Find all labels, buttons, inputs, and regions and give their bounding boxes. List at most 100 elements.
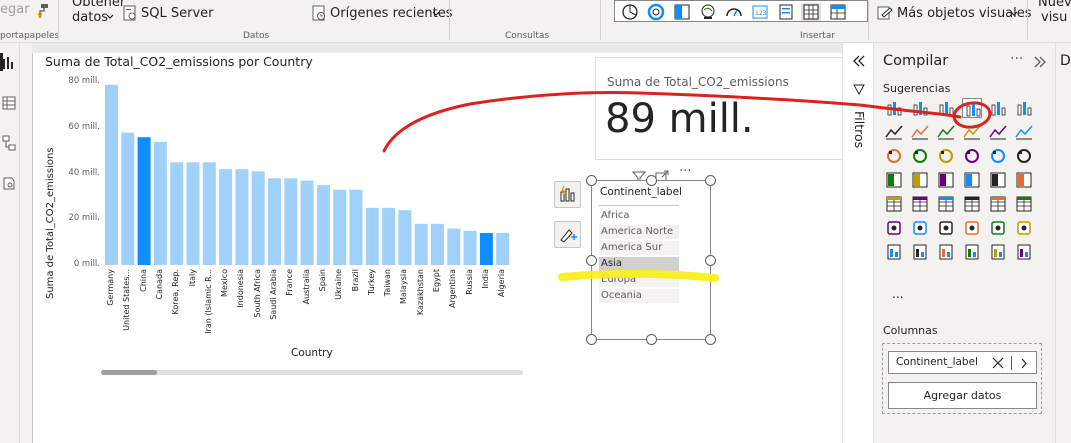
viz-ribbon-chart-icon[interactable] [962, 122, 982, 142]
bar-russia[interactable] [463, 230, 477, 265]
data-pane-initial[interactable]: D [1060, 53, 1071, 69]
viz-line-column-icon[interactable] [988, 122, 1008, 142]
bar-saudi-arabia[interactable] [268, 178, 281, 265]
more-visuals-ellipsis[interactable]: ... [892, 287, 903, 301]
viz-treemap-icon[interactable] [884, 170, 904, 190]
format-visual-button[interactable] [554, 221, 581, 248]
viz-waterfall-icon[interactable] [884, 146, 904, 166]
viz-gauge-icon[interactable] [988, 170, 1008, 190]
map-icon[interactable] [699, 3, 717, 21]
bar-australia[interactable] [300, 180, 314, 265]
bar-italy[interactable] [186, 162, 200, 265]
viz-area-chart-icon[interactable] [910, 122, 930, 142]
viz-qa-icon[interactable] [962, 218, 982, 238]
chevron-down-icon[interactable] [1010, 11, 1018, 17]
viz-pie-icon[interactable] [988, 146, 1008, 166]
slicer-item-america-sur[interactable]: America Sur [599, 241, 679, 255]
more-visuals-icon[interactable] [877, 5, 893, 21]
viz-clustered-column-chart-icon[interactable] [962, 98, 982, 118]
bar-kazakhstan[interactable] [414, 223, 428, 265]
chevron-down-icon[interactable] [106, 14, 114, 20]
visuals-gallery-ribbon[interactable]: 123 [614, 0, 868, 22]
viz-diamond-icon[interactable] [988, 242, 1008, 262]
bar-algeria[interactable] [496, 233, 510, 265]
viz-smart-narrative-icon[interactable] [988, 218, 1008, 238]
columns-field-well[interactable]: Continent_label Agregar datos [882, 343, 1042, 414]
resize-handle[interactable] [705, 334, 716, 345]
viz-key-influencers-icon[interactable] [910, 218, 930, 238]
chevron-right-icon[interactable] [1020, 358, 1028, 369]
report-page[interactable]: Suma de Total_CO2_emissions por Country … [32, 53, 843, 443]
resize-handle[interactable] [705, 255, 716, 266]
resize-handle[interactable] [586, 175, 597, 186]
bar-turkey[interactable] [365, 207, 379, 265]
report-view-icon[interactable] [1, 55, 17, 71]
format-painter-icon[interactable] [34, 3, 50, 19]
donut-chart-icon[interactable] [647, 3, 665, 21]
paste-label[interactable]: egar [0, 2, 30, 17]
viz-more-icon[interactable] [1014, 242, 1034, 262]
viz-funnel-icon[interactable] [936, 146, 956, 166]
bar-france[interactable] [284, 178, 298, 265]
resize-handle[interactable] [646, 334, 657, 345]
viz-funnel-bar-icon[interactable] [910, 146, 930, 166]
slicer-visual[interactable]: Continent_label Africa America Norte Ameri… [586, 175, 716, 345]
double-chevron-right-icon[interactable] [1033, 56, 1047, 68]
slicer-item-asia[interactable]: Asia [599, 257, 679, 271]
gauge-icon[interactable] [725, 3, 743, 21]
card-visual[interactable]: Suma de Total_CO2_emissions 89 mill. [595, 57, 843, 160]
more-options-icon[interactable]: ··· [679, 164, 691, 179]
bar-argentina[interactable] [447, 228, 461, 266]
filters-pane-collapsed[interactable]: Filtros [842, 43, 874, 443]
add-data-button[interactable]: Agregar datos [888, 382, 1037, 409]
bar-korea-rep[interactable] [170, 162, 184, 265]
viz-filled-map-icon[interactable] [936, 170, 956, 190]
viz-table-grid-icon[interactable] [962, 194, 982, 214]
viz-stacked-area-icon[interactable] [936, 122, 956, 142]
data-view-icon[interactable] [1, 95, 17, 111]
close-icon[interactable] [992, 357, 1004, 369]
bar-brazil[interactable] [349, 189, 363, 265]
bar-iran-islamic-r[interactable] [202, 162, 216, 265]
bar-canada[interactable] [153, 141, 167, 265]
bar-south-africa[interactable] [251, 171, 265, 265]
resize-handle[interactable] [646, 175, 657, 186]
model-view-icon[interactable] [1, 135, 17, 151]
bar-malaysia[interactable] [398, 210, 412, 265]
table-icon[interactable] [801, 3, 821, 21]
field-pill-continent-label[interactable]: Continent_label [888, 351, 1037, 374]
resize-handle[interactable] [586, 334, 597, 345]
smart-narrative-button[interactable] [554, 181, 581, 208]
viz-clustered-column-icon[interactable] [910, 98, 930, 118]
viz-line-stacked-column-icon[interactable] [1014, 122, 1034, 142]
bar-chart-plot[interactable] [33, 53, 533, 353]
viz-r-visual-icon[interactable] [1014, 194, 1034, 214]
viz-clustered-bar-icon[interactable] [988, 98, 1008, 118]
viz-power-apps-icon[interactable] [936, 242, 956, 262]
card-icon[interactable]: 123 [751, 3, 769, 21]
viz-power-automate-icon[interactable] [962, 242, 982, 262]
viz-multi-row-card-icon[interactable] [884, 194, 904, 214]
viz-slicer-icon[interactable] [936, 194, 956, 214]
resize-handle[interactable] [586, 255, 597, 266]
bar-indonesia[interactable] [235, 169, 249, 265]
chevron-down-icon[interactable] [432, 11, 440, 17]
bar-india[interactable] [479, 233, 493, 265]
bar-egypt[interactable] [431, 223, 444, 265]
matrix-icon[interactable] [829, 3, 847, 21]
bar-taiwan[interactable] [382, 207, 396, 265]
slicer-item-europa[interactable]: Europa [599, 273, 679, 287]
treemap-icon[interactable] [673, 3, 691, 21]
bar-china[interactable] [137, 137, 151, 265]
dax-query-icon[interactable] [1, 175, 17, 191]
viz-stacked-bar-100-icon[interactable] [936, 98, 956, 118]
data-pane-collapsed[interactable]: D [1056, 43, 1071, 443]
bar-mexico[interactable] [219, 169, 233, 265]
more-options-icon[interactable]: ··· [1010, 51, 1023, 67]
recent-sources-icon[interactable] [312, 5, 326, 21]
viz-stacked-bar-icon[interactable] [884, 98, 904, 118]
obtener-datos-line1[interactable]: Obtener [72, 0, 125, 10]
bar-germany[interactable] [105, 84, 118, 265]
sql-server-icon[interactable] [123, 5, 137, 21]
viz-scatter-icon[interactable] [962, 146, 982, 166]
